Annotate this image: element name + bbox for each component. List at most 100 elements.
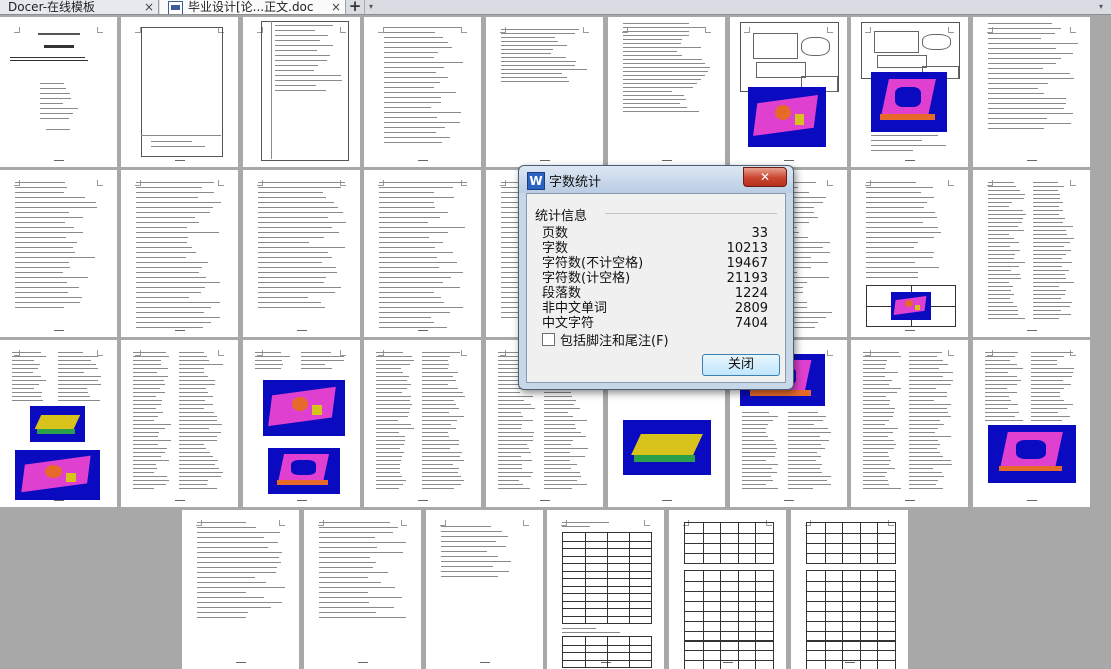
text-line (133, 484, 166, 485)
text-line (15, 252, 76, 253)
text-line (742, 440, 775, 441)
tab-label: 毕业设计[论...正文.doc (188, 0, 314, 14)
text-line (988, 48, 1056, 49)
margin-mark (705, 27, 711, 33)
text-line (422, 356, 450, 357)
text-line (909, 480, 939, 481)
stat-row: 字符数(计空格) 21193 (542, 271, 768, 286)
text-line (866, 212, 936, 213)
text-line (909, 364, 948, 365)
text-line (909, 384, 952, 385)
close-icon[interactable]: × (144, 0, 154, 14)
text-line (12, 388, 34, 389)
text-line (623, 59, 702, 60)
close-icon[interactable]: ✕ (743, 167, 787, 187)
model-feature (915, 304, 920, 310)
text-line (909, 440, 938, 441)
text-line (501, 41, 559, 42)
text-line (1033, 270, 1069, 271)
text-line (258, 202, 335, 203)
footnotes-checkbox-label[interactable]: 包括脚注和尾注(F) (560, 330, 669, 349)
page-number (174, 160, 185, 161)
text-line (985, 388, 1007, 389)
text-line (909, 488, 943, 489)
text-line (422, 416, 465, 417)
text-line (863, 368, 885, 369)
tab-docer-templates[interactable]: Docer-在线模板 × (0, 0, 159, 14)
text-line (301, 360, 345, 361)
table-rule (824, 523, 826, 563)
text-line (422, 420, 457, 421)
text-line (985, 396, 1009, 397)
stat-label: 中文字符 (542, 316, 595, 331)
text-line (988, 250, 1020, 251)
margin-mark (827, 350, 833, 356)
text-line (909, 448, 938, 449)
text-line (136, 272, 200, 273)
text-line (319, 562, 377, 563)
tab-list-dropdown-icon[interactable]: ▾ (1095, 0, 1107, 14)
margin-mark (14, 180, 20, 186)
page-number (53, 500, 64, 501)
stat-row: 页数 33 (542, 226, 768, 241)
page-number (53, 330, 64, 331)
tab-document[interactable]: 毕业设计[论...正文.doc × (160, 0, 346, 14)
text-line (501, 77, 567, 78)
model-feature (66, 472, 77, 482)
text-line (133, 368, 168, 369)
document-page (730, 17, 847, 167)
text-line (422, 388, 459, 389)
footnotes-checkbox[interactable] (542, 333, 555, 346)
close-button[interactable]: 关闭 (702, 354, 780, 376)
text-line (379, 282, 444, 283)
text-line (379, 232, 448, 233)
text-line (15, 237, 66, 238)
text-line (384, 82, 440, 83)
text-line (258, 287, 342, 288)
text-line (136, 327, 203, 328)
table-rule (685, 533, 773, 534)
text-line (379, 242, 443, 243)
word-count-dialog: W 字数统计 ✕ 统计信息 页数 33 字数 10213 字符数(不计空格) 1946… (518, 165, 794, 390)
model-feature (775, 105, 791, 120)
text-line (1033, 230, 1066, 231)
text-line (866, 272, 919, 273)
drawing-part (922, 34, 952, 50)
text-line (988, 242, 1020, 243)
text-line (863, 412, 894, 413)
close-icon[interactable]: × (331, 0, 341, 14)
text-line (1033, 250, 1072, 251)
dialog-titlebar[interactable]: W 字数统计 ✕ (519, 166, 793, 193)
table-rule (607, 533, 608, 623)
text-line (441, 556, 499, 557)
text-line (136, 317, 221, 318)
data-table (684, 522, 774, 564)
text-line (742, 488, 778, 489)
text-line (544, 448, 588, 449)
text-line (909, 476, 945, 477)
text-line (258, 187, 342, 188)
text-line (985, 400, 1011, 401)
document-page (0, 170, 117, 337)
text-line (863, 392, 898, 393)
text-line (179, 388, 206, 389)
table-rule (807, 553, 895, 554)
text-line (40, 93, 70, 94)
new-tab-dropdown-icon[interactable]: ▾ (364, 0, 377, 14)
text-line (863, 464, 889, 465)
text-line (742, 436, 769, 437)
text-line (988, 190, 1021, 191)
document-page (364, 170, 481, 337)
text-line (1033, 258, 1062, 259)
text-line (498, 472, 534, 473)
text-line (179, 484, 207, 485)
text-line (988, 258, 1014, 259)
group-divider (605, 213, 777, 214)
table-rule (685, 621, 773, 622)
text-line (12, 376, 42, 377)
new-tab-plus-icon[interactable]: + (348, 0, 362, 14)
text-line (133, 432, 159, 433)
text-line (379, 272, 464, 273)
text-line (136, 182, 215, 183)
text-line (498, 420, 534, 421)
